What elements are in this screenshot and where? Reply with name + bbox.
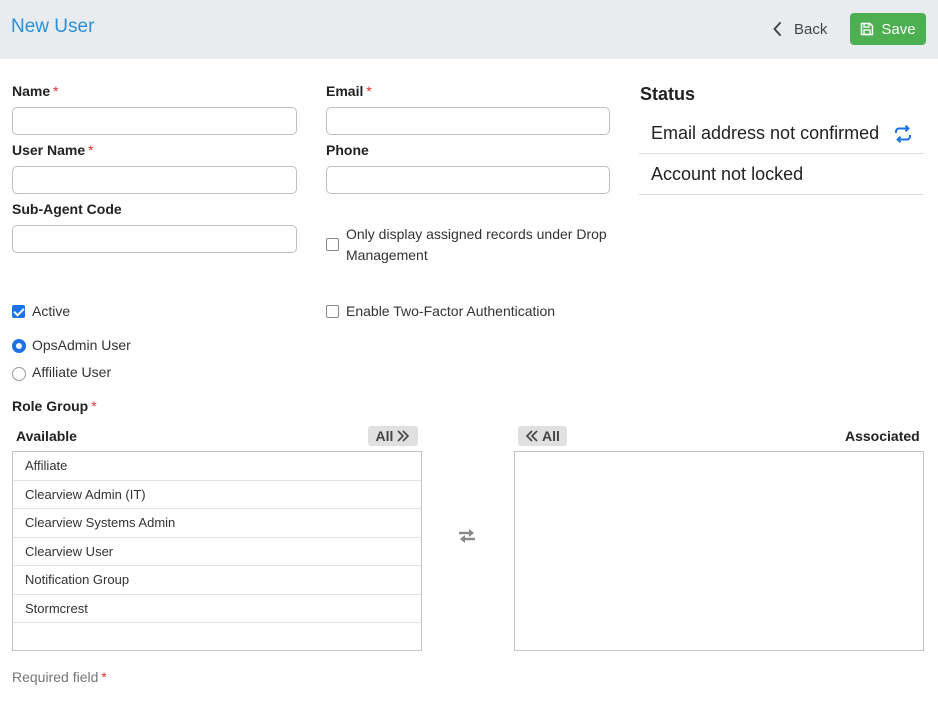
associated-roles-list[interactable] <box>514 451 924 651</box>
list-item[interactable]: Clearview Admin (IT) <box>13 481 421 509</box>
add-all-label: All <box>375 428 394 444</box>
back-button[interactable]: Back <box>773 16 827 42</box>
subagent-label: Sub-Agent Code <box>12 201 122 217</box>
chevron-left-icon <box>773 22 781 36</box>
available-roles-list[interactable]: Affiliate Clearview Admin (IT) Clearview… <box>12 451 422 651</box>
drop-management-line1: Only display assigned records under Drop <box>346 226 607 242</box>
username-label: User Name * <box>12 142 94 158</box>
phone-label: Phone <box>326 142 369 158</box>
affiliate-radio[interactable] <box>12 367 26 381</box>
name-label-text: Name <box>12 83 51 99</box>
save-label: Save <box>881 20 916 38</box>
required-mark: * <box>53 83 59 99</box>
role-group-label: Role Group * <box>12 398 97 414</box>
page-title: New User <box>11 16 95 37</box>
required-mark: * <box>366 83 372 99</box>
swap-arrows-icon <box>459 529 475 543</box>
required-mark: * <box>91 398 97 414</box>
required-field-note: Required field * <box>12 669 107 685</box>
email-input[interactable] <box>326 107 610 135</box>
list-item[interactable]: Affiliate <box>13 452 421 481</box>
drop-management-label: Only display assigned records under Drop… <box>346 224 607 266</box>
drop-management-line2: Management <box>346 247 428 263</box>
email-status-text: Email address not confirmed <box>651 122 880 143</box>
required-mark: * <box>101 669 107 685</box>
required-note-text: Required field <box>12 669 99 685</box>
opsadmin-label: OpsAdmin User <box>32 337 131 353</box>
status-title: Status <box>640 84 696 104</box>
affiliate-label: Affiliate User <box>32 364 112 380</box>
subagent-input[interactable] <box>12 225 297 253</box>
list-item[interactable]: Notification Group <box>13 566 421 595</box>
associated-label: Associated <box>845 428 920 444</box>
required-mark: * <box>88 142 94 158</box>
two-factor-label: Enable Two-Factor Authentication <box>346 303 556 319</box>
remove-all-label: All <box>542 428 560 444</box>
double-chevron-right-icon <box>397 430 410 442</box>
email-label-text: Email <box>326 83 364 99</box>
role-group-label-text: Role Group <box>12 398 89 414</box>
two-factor-checkbox[interactable] <box>326 305 339 318</box>
list-item[interactable]: Stormcrest <box>13 595 421 623</box>
lock-status-row: Account not locked <box>639 154 924 195</box>
list-item[interactable]: Clearview Systems Admin <box>13 509 421 538</box>
floppy-disk-icon <box>861 22 874 36</box>
page-header: New User Back Save <box>0 0 938 59</box>
email-status-row: Email address not confirmed <box>639 113 924 154</box>
add-all-button[interactable]: All <box>368 426 418 446</box>
refresh-icon[interactable] <box>893 124 913 144</box>
back-label: Back <box>794 20 828 38</box>
name-input[interactable] <box>12 107 297 135</box>
name-label: Name * <box>12 83 59 99</box>
available-label: Available <box>16 428 77 444</box>
double-chevron-left-icon <box>525 430 538 442</box>
phone-input[interactable] <box>326 166 610 194</box>
opsadmin-radio[interactable] <box>12 339 26 353</box>
save-button[interactable]: Save <box>850 13 926 45</box>
username-input[interactable] <box>12 166 297 194</box>
email-label: Email * <box>326 83 372 99</box>
active-label: Active <box>32 303 71 319</box>
list-item[interactable]: Clearview User <box>13 538 421 566</box>
active-checkbox[interactable] <box>12 305 25 318</box>
remove-all-button[interactable]: All <box>518 426 567 446</box>
lock-status-text: Account not locked <box>651 163 804 184</box>
username-label-text: User Name <box>12 142 86 158</box>
drop-management-checkbox[interactable] <box>326 238 339 251</box>
